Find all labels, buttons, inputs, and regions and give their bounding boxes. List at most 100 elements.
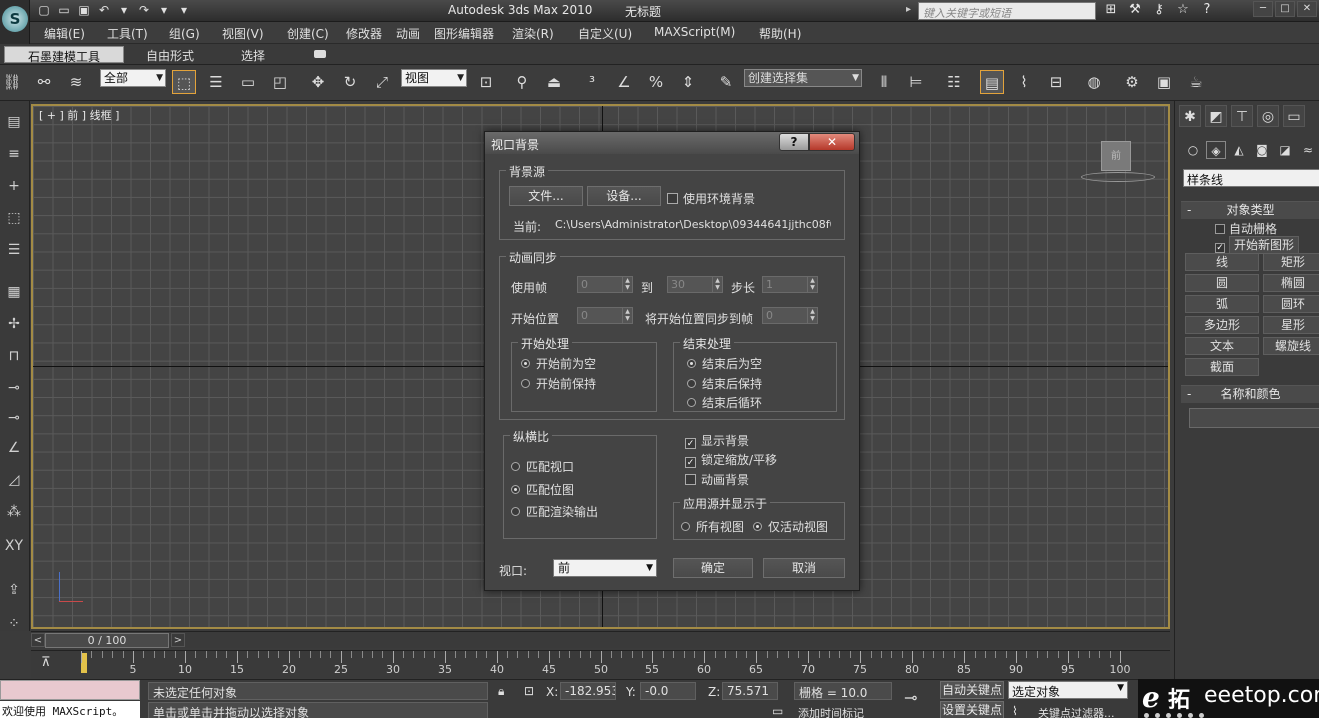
menu-animation[interactable]: 动画 [396,25,420,42]
spinner-snap-icon[interactable]: ⇕ [676,70,700,94]
triangle-tool-icon[interactable]: ◿ [3,469,25,491]
files-button[interactable]: 文件... [509,186,583,206]
start-new-shape-checkbox[interactable]: ✓ 开始新图形 [1215,236,1300,254]
key-selection-dropdown[interactable]: 选定对象 ▼ [1008,681,1128,699]
name-color-header[interactable]: - 名称和颜色 [1181,386,1319,403]
undo-icon[interactable]: ↶ [96,2,112,18]
dialog-help-button[interactable]: ? [779,133,809,151]
layers-icon[interactable]: ≡ [3,143,25,165]
loop-after-end-radio[interactable]: 结束后循环 [687,394,762,411]
angle-tool-icon[interactable]: ∠ [3,437,25,459]
redo-icon[interactable]: ↷ [136,2,152,18]
create-panel-icon[interactable]: ✱ [1179,105,1201,127]
minimize-button[interactable]: ─ [1253,1,1273,17]
select-tool-icon[interactable]: ⬚ [3,207,25,229]
keyboard-shortcut-override-icon[interactable]: ⏏ [542,70,566,94]
favorites-star-icon[interactable]: ☆ [1174,2,1192,17]
spinner-arrows-icon[interactable]: ▲ ▼ [622,308,632,323]
spinner-arrows-icon[interactable]: ▲ ▼ [712,277,722,292]
qat-customize-icon[interactable]: ▾ [176,2,192,18]
time-slider-prev-icon[interactable]: < [31,633,45,647]
spinner-arrows-icon[interactable]: ▲ ▼ [622,277,632,292]
selection-filter-dropdown[interactable]: 全部 ▼ [100,69,166,87]
key-filters-button[interactable]: 关键点过滤器... [1038,705,1115,718]
menu-edit[interactable]: 编辑(E) [44,25,85,42]
set-key-button[interactable]: 设置关键点 [940,701,1004,718]
geometry-icon[interactable]: ○ [1183,141,1203,159]
circle-button[interactable]: 圆 [1185,274,1259,292]
close-window-button[interactable]: ✕ [1297,1,1317,17]
line-button[interactable]: 线 [1185,253,1259,271]
start-new-shape-button[interactable]: 开始新图形 [1229,236,1300,254]
subscription-icon[interactable]: ⚷ [1150,2,1168,17]
hierarchy-panel-icon[interactable]: ⊤ [1231,105,1253,127]
add-time-tag-icon[interactable]: ▭ [772,704,783,718]
time-slider-thumb[interactable]: 0 / 100 [45,633,169,648]
open-file-icon[interactable]: ▭ [56,2,72,18]
object-type-header[interactable]: - 对象类型 [1181,202,1319,219]
menu-graph-editors[interactable]: 图形编辑器 [434,25,494,42]
modify-panel-icon[interactable]: ◩ [1205,105,1227,127]
maxscript-output[interactable]: 欢迎使用 MAXScript。 [0,701,140,718]
grid-tool-icon[interactable]: ▦ [3,281,25,303]
move-icon[interactable]: ✥ [306,70,330,94]
menu-tools[interactable]: 工具(T) [107,25,148,42]
step-spinner[interactable]: 1 ▲ ▼ [762,276,818,293]
lights-icon[interactable]: ◭ [1229,141,1249,159]
menu-create[interactable]: 创建(C) [287,25,329,42]
help-icon[interactable]: ? [1198,2,1216,17]
match-rendering-output-radio[interactable]: 匹配渲染输出 [511,503,598,520]
ribbon-toggle-icon[interactable] [314,50,326,58]
distribute-tool-icon[interactable]: ⊸ [3,407,25,429]
rectangular-selection-icon[interactable]: ▭ [236,70,260,94]
sync-start-spinner[interactable]: 0 ▲ ▼ [762,307,818,324]
tab-graphite-modeling[interactable]: 石墨建模工具 [4,46,124,64]
x-coordinate-field[interactable]: -182.953 [560,682,616,700]
xy-tool-icon[interactable]: XY [3,535,25,557]
match-viewport-radio[interactable]: 匹配视口 [511,458,574,475]
menu-views[interactable]: 视图(V) [222,25,264,42]
cameras-icon[interactable]: ◙ [1252,141,1272,159]
mini-curve-editor-icon[interactable]: ⊼ [41,655,51,670]
track-bar[interactable]: ⊼ 5 10 15 20 25 30 35 40 45 50 55 60 65 70 75 80 85 90 95 1… [31,650,1170,678]
absolute-mode-icon[interactable]: ⊡ [524,684,534,698]
display-panel-icon[interactable]: ▭ [1283,105,1305,127]
pivot-center-icon[interactable]: ⊡ [474,70,498,94]
snaps-toggle-icon[interactable]: ³ [580,70,604,94]
offset-tool-icon[interactable]: ⊸ [3,377,25,399]
selection-lock-icon[interactable]: 🔒︎ [498,684,504,699]
binoculars-icon[interactable]: ⊞ [1102,2,1120,17]
blank-before-start-radio[interactable]: 开始前为空 [521,355,596,372]
search-input[interactable]: 键入关键字或短语 [918,2,1096,20]
devices-button[interactable]: 设备... [587,186,661,206]
maxscript-listener-mini[interactable] [0,680,140,700]
select-by-name-icon[interactable]: ☰ [204,70,228,94]
angle-snap-icon[interactable]: ∠ [612,70,636,94]
named-selection-sets-dropdown[interactable]: 创建选择集 ▼ [744,69,862,87]
use-environment-background-checkbox[interactable]: 使用环境背景 [667,190,755,207]
link-icon[interactable]: ⛓ [0,70,24,94]
use-frame-spinner[interactable]: 0 ▲ ▼ [577,276,633,293]
menu-rendering[interactable]: 渲染(R) [512,25,554,42]
menu-maxscript[interactable]: MAXScript(M) [654,25,735,39]
dialog-close-button[interactable]: ✕ [809,133,855,151]
render-teapot-icon[interactable]: ☕ [1184,70,1208,94]
match-bitmap-radio[interactable]: 匹配位图 [511,481,574,498]
viewport-dropdown[interactable]: 前 ▼ [553,559,657,577]
menu-customize[interactable]: 自定义(U) [578,25,632,42]
bind-space-warp-icon[interactable]: ≋ [64,70,88,94]
stack-icon[interactable]: ▤ [3,111,25,133]
menu-group[interactable]: 组(G) [169,25,200,42]
unlink-icon[interactable]: ⚯ [32,70,56,94]
graphite-toggle-icon[interactable]: ▤ [980,70,1004,94]
viewport-label-menu[interactable]: [ + ] 前 ] 线框 ] [39,107,119,123]
set-key-icon[interactable]: ⊸ [904,688,917,707]
layer-manager-icon[interactable]: ☷ [942,70,966,94]
spinner-arrows-icon[interactable]: ▲ ▼ [807,308,817,323]
start-at-spinner[interactable]: 0 ▲ ▼ [577,307,633,324]
add-time-tag[interactable]: 添加时间标记 [798,705,864,718]
helix-button[interactable]: 螺旋线 [1263,337,1319,355]
shapes-icon[interactable]: ◈ [1206,141,1226,159]
object-name-field[interactable] [1189,408,1319,428]
scale-icon[interactable]: ⤢ [370,70,394,94]
